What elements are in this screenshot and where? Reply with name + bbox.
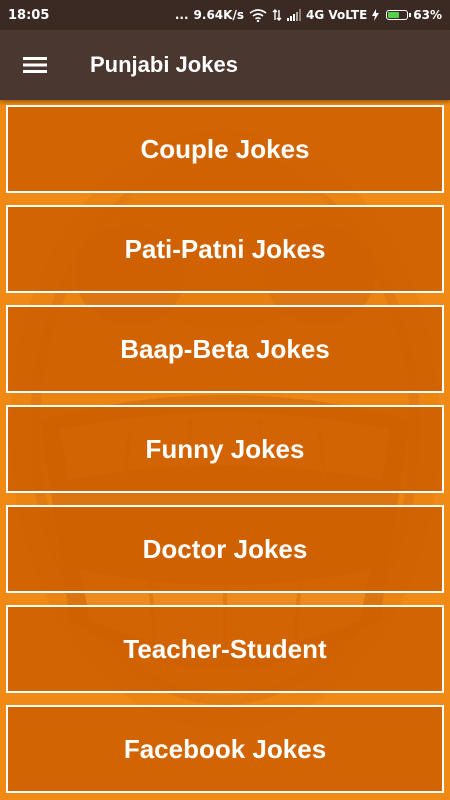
app-bar: Punjabi Jokes (0, 30, 450, 100)
battery-icon (386, 10, 412, 20)
data-transfer-icon (272, 9, 282, 21)
status-time: 18:05 (8, 7, 50, 23)
signal-icon (286, 9, 301, 21)
baap-beta-jokes-button[interactable]: Baap-Beta Jokes (6, 305, 444, 393)
teacher-student-button[interactable]: Teacher-Student (6, 605, 444, 693)
main-content: Couple Jokes Pati-Patni Jokes Baap-Beta … (0, 100, 450, 800)
menu-button[interactable] (0, 30, 70, 100)
couple-jokes-button[interactable]: Couple Jokes (6, 105, 444, 193)
hamburger-menu-icon (23, 57, 47, 73)
category-label: Pati-Patni Jokes (124, 233, 326, 264)
category-label: Facebook Jokes (123, 733, 327, 764)
page-title: Punjabi Jokes (90, 52, 238, 77)
battery-percent: 63% (413, 8, 442, 22)
wifi-icon (249, 8, 267, 22)
battery-level (388, 12, 399, 18)
status-indicators: ... 9.64K/s 4G VoLTE 63% (175, 8, 442, 22)
category-label: Teacher-Student (123, 633, 327, 664)
status-dots: ... (174, 8, 189, 22)
category-label: Baap-Beta Jokes (120, 333, 330, 364)
network-speed: 9.64K/s (193, 8, 244, 22)
status-bar: 18:05 ... 9.64K/s 4G VoLTE 63% (0, 0, 450, 30)
network-type: 4G VoLTE (305, 8, 368, 22)
doctor-jokes-button[interactable]: Doctor Jokes (6, 505, 444, 593)
pati-patni-jokes-button[interactable]: Pati-Patni Jokes (6, 205, 444, 293)
facebook-jokes-button[interactable]: Facebook Jokes (6, 705, 444, 793)
category-label: Funny Jokes (145, 433, 305, 464)
category-label: Doctor Jokes (142, 533, 308, 564)
funny-jokes-button[interactable]: Funny Jokes (6, 405, 444, 493)
charging-icon (372, 9, 380, 21)
category-label: Couple Jokes (140, 133, 310, 164)
